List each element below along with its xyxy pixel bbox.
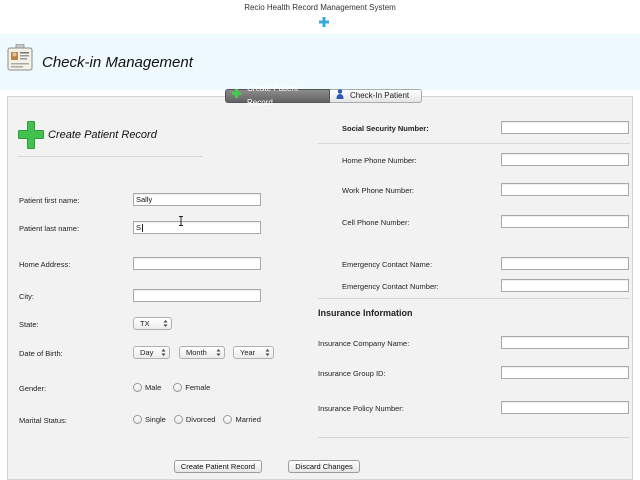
radio-label: Female (185, 383, 211, 392)
gender-radio-male[interactable]: Male (133, 383, 161, 392)
dob-month-select[interactable]: Month (179, 346, 225, 359)
dob-day-value: Day (140, 348, 154, 357)
plus-icon (318, 16, 330, 28)
home-address-label: Home Address: (19, 260, 71, 269)
radio-circle (173, 383, 183, 392)
text-caret (142, 224, 144, 233)
tab-create-patient-record[interactable]: Create Patient Record (225, 84, 330, 107)
insurance-divider (318, 437, 630, 438)
radio-circle (223, 415, 233, 424)
app-titlebar: Recio Health Record Management System (0, 0, 640, 34)
cell-phone-input[interactable] (501, 215, 629, 228)
last-name-label: Patient last name: (19, 224, 80, 233)
radio-circle (133, 383, 142, 392)
state-select[interactable]: TX (133, 317, 172, 330)
ssn-input[interactable] (501, 121, 629, 134)
tab-label: Create Patient Record (247, 84, 299, 107)
home-address-input[interactable] (133, 257, 261, 270)
person-icon (336, 88, 344, 104)
tab-bar: Create Patient Record Check-In Patient (225, 84, 422, 107)
radio-label: Single (145, 415, 166, 424)
radio-label: Married (235, 415, 261, 424)
insurance-company-label: Insurance Company Name: (318, 339, 410, 348)
marital-radio-group: Single Divorced Married (133, 415, 261, 424)
dob-year-value: Year (240, 348, 256, 357)
gender-radio-group: Male Female (133, 383, 210, 392)
text-cursor-icon (178, 213, 184, 226)
last-name-input[interactable]: S (133, 221, 261, 234)
dob-year-select[interactable]: Year (233, 346, 274, 359)
dob-month-value: Month (186, 348, 207, 357)
gender-radio-female[interactable]: Female (173, 383, 210, 392)
emergency-divider (318, 298, 630, 299)
marital-radio-single[interactable]: Single (133, 415, 166, 424)
tab-label: Check-In Patient (350, 91, 410, 100)
insurance-group-input[interactable] (501, 366, 629, 379)
app-title: Recio Health Record Management System (244, 3, 396, 12)
green-plus-icon (232, 89, 241, 103)
insurance-policy-input[interactable] (501, 401, 629, 414)
marital-radio-married[interactable]: Married (223, 415, 261, 424)
state-value: TX (140, 319, 150, 328)
first-name-label: Patient first name: (19, 196, 80, 205)
radio-circle (133, 415, 142, 424)
radio-label: Male (145, 383, 162, 392)
updown-arrows-icon (163, 320, 168, 327)
insurance-company-input[interactable] (501, 336, 629, 349)
emergency-name-label: Emergency Contact Name: (342, 260, 433, 269)
updown-arrows-icon (161, 349, 166, 356)
insurance-title: Insurance Information (318, 308, 413, 318)
gender-label: Gender: (19, 384, 47, 393)
updown-arrows-icon (265, 349, 270, 356)
first-name-input[interactable]: Sally (133, 193, 261, 206)
dob-label: Date of Birth: (19, 349, 63, 358)
marital-radio-divorced[interactable]: Divorced (173, 415, 216, 424)
work-phone-input[interactable] (501, 183, 629, 196)
dob-day-select[interactable]: Day (133, 346, 170, 359)
city-input[interactable] (133, 289, 261, 302)
city-label: City: (19, 292, 34, 301)
radio-label: Divorced (185, 415, 216, 424)
radio-circle (173, 415, 183, 424)
tab-check-in-patient[interactable]: Check-In Patient (330, 88, 422, 104)
emergency-number-label: Emergency Contact Number: (342, 282, 439, 291)
cell-phone-label: Cell Phone Number: (342, 218, 410, 227)
insurance-group-label: Insurance Group ID: (318, 369, 386, 378)
state-label: State: (19, 320, 39, 329)
create-patient-record-button[interactable]: Create Patient Record (174, 460, 262, 473)
section-divider (18, 156, 203, 157)
home-phone-input[interactable] (501, 153, 629, 166)
section-title: Create Patient Record (48, 129, 157, 141)
ssn-label: Social Security Number: (342, 124, 429, 133)
green-plus-icon (18, 120, 44, 150)
home-phone-label: Home Phone Number: (342, 156, 417, 165)
marital-status-label: Marital Status: (19, 416, 67, 425)
ssn-divider (318, 143, 630, 144)
emergency-number-input[interactable] (501, 279, 629, 292)
discard-changes-button[interactable]: Discard Changes (288, 460, 360, 473)
page-title: Check-in Management (42, 54, 193, 71)
emergency-name-input[interactable] (501, 257, 629, 270)
last-name-value: S (136, 223, 142, 232)
insurance-policy-label: Insurance Policy Number: (318, 404, 404, 413)
id-card-icon (7, 43, 33, 72)
work-phone-label: Work Phone Number: (342, 186, 414, 195)
updown-arrows-icon (216, 349, 221, 356)
